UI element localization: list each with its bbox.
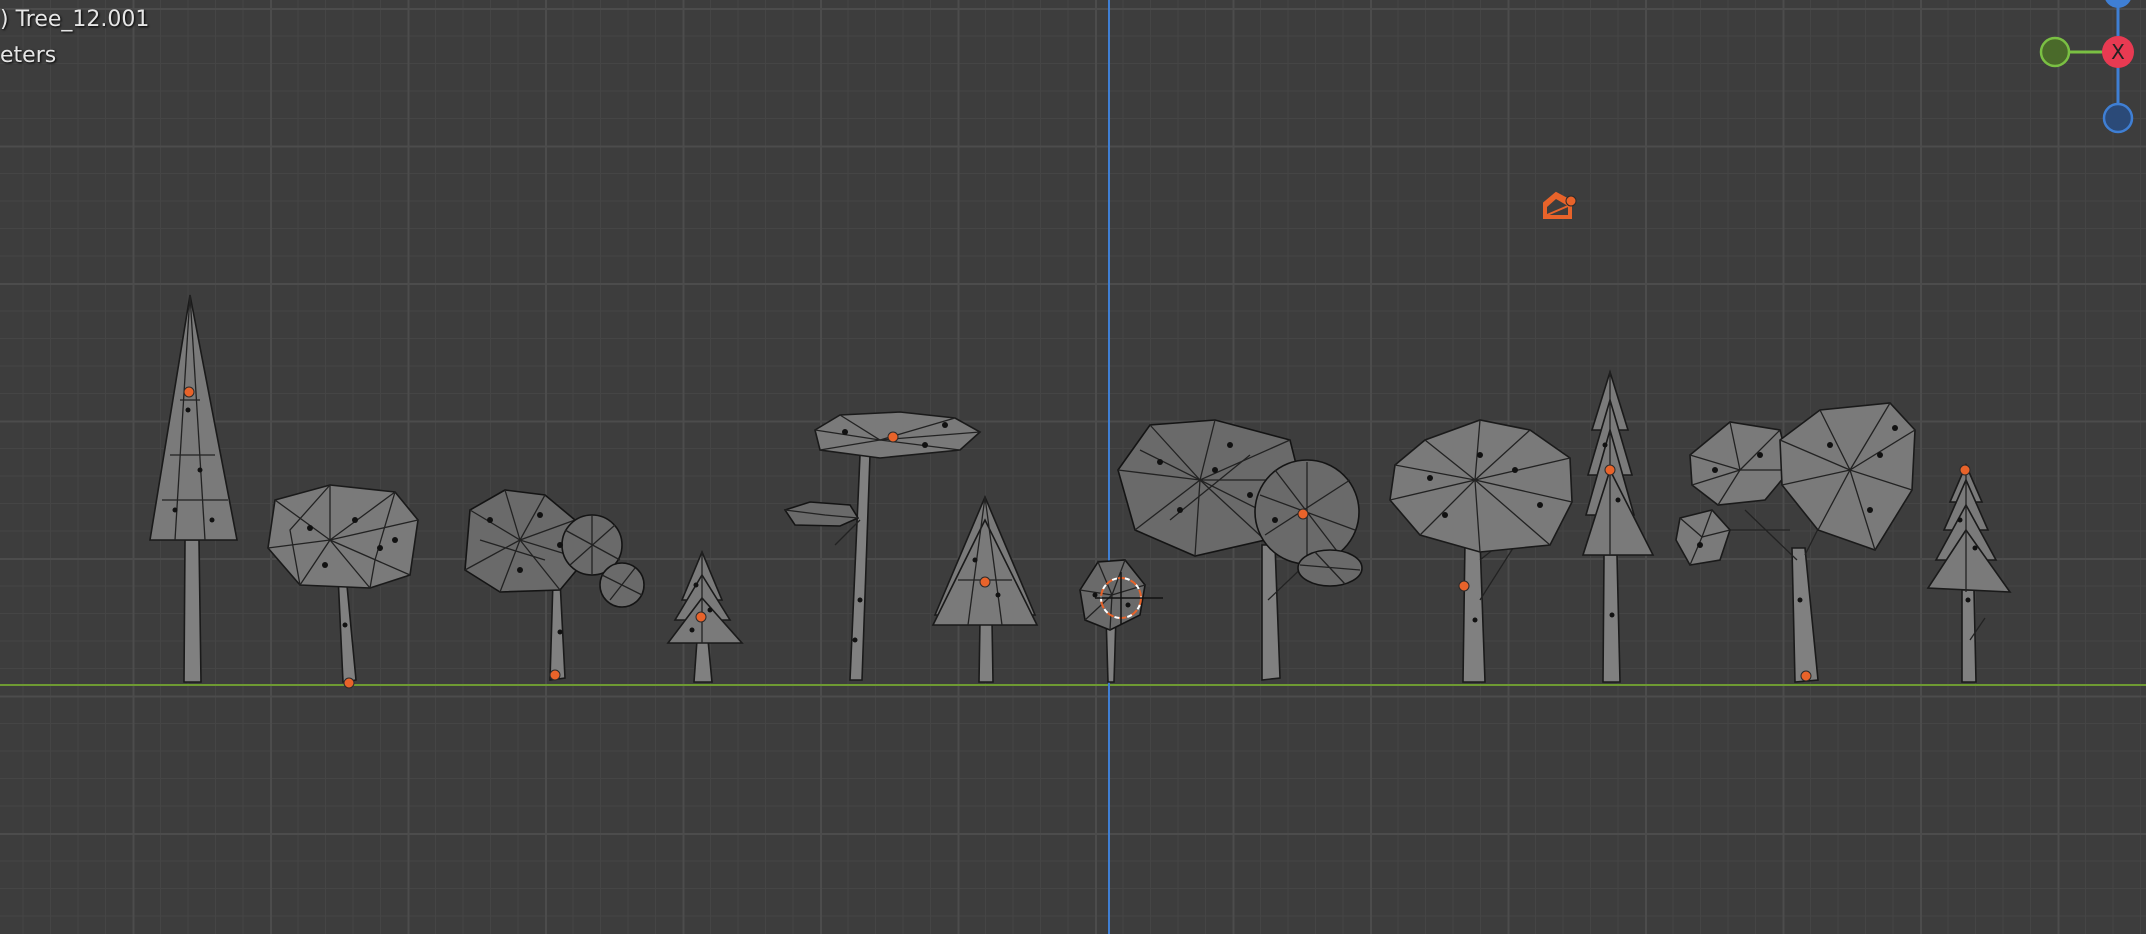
tall-cone-pine-tree[interactable]: [149, 294, 238, 683]
small-bush-tree[interactable]: [1079, 559, 1146, 683]
gizmo-z-down-handle[interactable]: [2102, 102, 2134, 134]
triangular-tree[interactable]: [931, 494, 1039, 683]
3d-viewport[interactable]: X ) Tree_12.001 eters: [0, 0, 2146, 934]
bushy-tree[interactable]: [464, 489, 645, 681]
camera-icon[interactable]: [1543, 191, 1577, 219]
gizmo-x-label: X: [2111, 40, 2125, 64]
small-layered-pine[interactable]: [1926, 462, 2012, 683]
scene-canvas[interactable]: X: [0, 0, 2146, 934]
broad-round-tree[interactable]: [1389, 419, 1573, 683]
umbrella-pine-tree[interactable]: [783, 411, 982, 681]
small-tiered-pine[interactable]: [666, 549, 744, 683]
gizmo-x-handle[interactable]: X: [2102, 36, 2134, 68]
round-lowpoly-tree[interactable]: [267, 484, 419, 689]
units-text: eters: [0, 43, 57, 68]
wide-canopy-tree[interactable]: [1117, 419, 1363, 681]
gizmo-y-handle[interactable]: [2039, 36, 2071, 68]
navigation-gizmo[interactable]: X: [2039, 0, 2134, 134]
gizmo-z-up-handle[interactable]: [2104, 0, 2132, 8]
slim-tiered-pine[interactable]: [1581, 369, 1655, 683]
object-name-text: ) Tree_12.001: [0, 7, 150, 32]
large-forked-tree[interactable]: [1675, 402, 1916, 683]
